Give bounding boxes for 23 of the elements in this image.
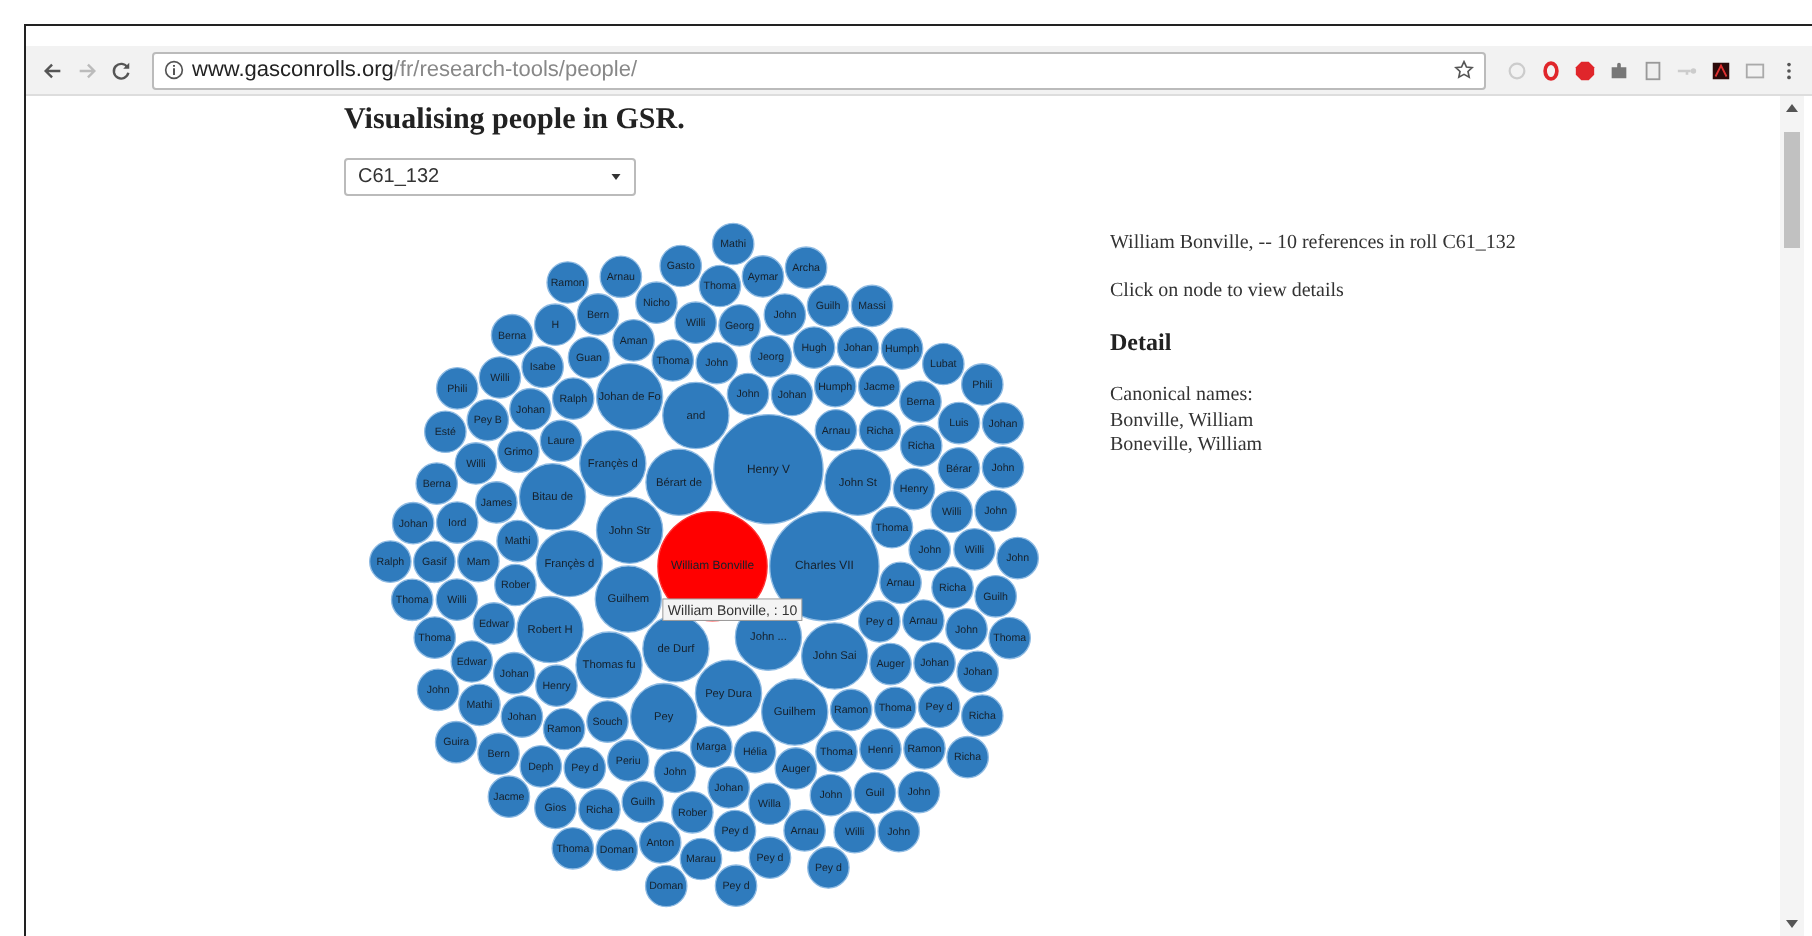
roll-dropdown[interactable]: C61_132: [344, 158, 636, 196]
scroll-thumb[interactable]: [1784, 132, 1800, 248]
ring-icon[interactable]: [1540, 59, 1562, 81]
address-bar[interactable]: www.gasconrolls.org/fr/research-tools/people/: [152, 51, 1486, 89]
scrollbar[interactable]: [1780, 96, 1804, 936]
scroll-up-icon[interactable]: [1784, 100, 1800, 116]
scroll-down-icon[interactable]: [1784, 916, 1800, 932]
detail-heading: Detail: [1110, 328, 1174, 358]
document-icon[interactable]: [1642, 59, 1664, 81]
back-icon[interactable]: [42, 59, 64, 81]
pdf-icon[interactable]: [1710, 59, 1732, 81]
hint-text: Click on node to view details: [1110, 280, 1346, 302]
canonical-names-label: Canonical names:: [1110, 384, 1255, 409]
puzzle-icon[interactable]: [1608, 59, 1630, 81]
star-icon[interactable]: [1454, 60, 1474, 80]
canonical-name: Bonville, William: [1110, 409, 1256, 434]
summary-text: William Bonville, -- 10 references in roll C61_132: [1110, 232, 1516, 254]
canonical-name: Boneville, William: [1110, 434, 1265, 459]
info-icon[interactable]: [164, 60, 184, 80]
page-title: Visualising people in GSR.: [344, 104, 687, 138]
caret-icon: [610, 172, 622, 182]
reload-icon[interactable]: [110, 59, 132, 81]
stop-sign-icon[interactable]: [1574, 59, 1596, 81]
